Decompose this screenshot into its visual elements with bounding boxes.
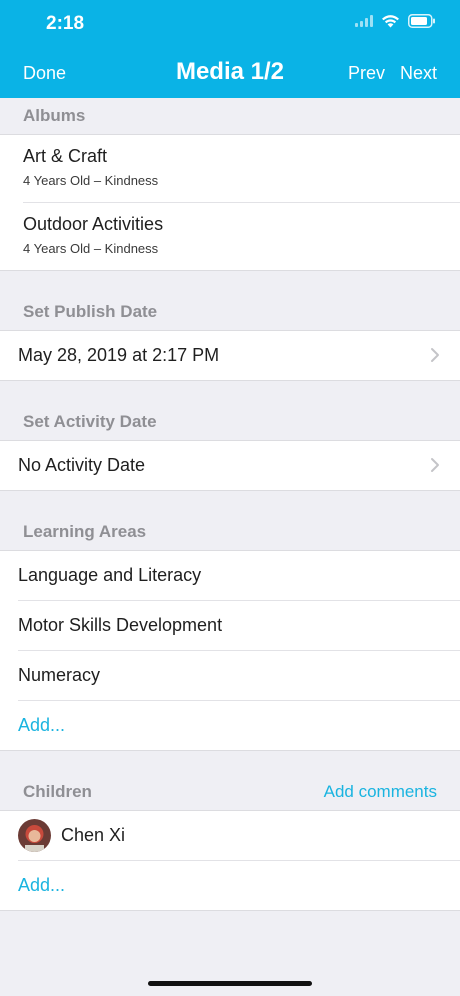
- children-section-header: Children Add comments: [0, 774, 460, 811]
- children-list: Chen Xi Add...: [0, 811, 460, 910]
- status-icons: [355, 14, 436, 28]
- section-spacer: [0, 490, 460, 514]
- albums-list: Art & Craft 4 Years Old – Kindness Outdo…: [0, 135, 460, 270]
- chevron-right-icon: [431, 458, 439, 472]
- activity-date-row[interactable]: No Activity Date: [0, 441, 460, 490]
- album-title: Outdoor Activities: [23, 214, 164, 234]
- add-child-button[interactable]: Add...: [0, 861, 460, 910]
- album-subtitle: 4 Years Old – Kindness: [23, 241, 159, 256]
- publish-date-value: May 28, 2019 at 2:17 PM: [18, 345, 220, 365]
- learning-area-item[interactable]: Numeracy: [0, 651, 460, 700]
- activity-date-header: Set Activity Date: [23, 412, 157, 431]
- album-title: Art & Craft: [23, 146, 108, 166]
- album-subtitle: 4 Years Old – Kindness: [23, 173, 159, 188]
- children-header: Children: [23, 782, 92, 801]
- publish-date-row[interactable]: May 28, 2019 at 2:17 PM: [0, 331, 460, 380]
- home-indicator[interactable]: [148, 981, 312, 986]
- learning-area-label: Language and Literacy: [18, 565, 202, 585]
- section-spacer: [0, 380, 460, 404]
- publish-date-header: Set Publish Date: [23, 302, 158, 321]
- section-spacer: [0, 270, 460, 294]
- section-spacer: [0, 910, 460, 934]
- add-learning-area-label: Add...: [18, 715, 66, 735]
- learning-area-label: Numeracy: [18, 665, 101, 685]
- album-item-outdoor-activities[interactable]: Outdoor Activities 4 Years Old – Kindnes…: [0, 203, 460, 270]
- learning-area-item[interactable]: Motor Skills Development: [0, 601, 460, 650]
- add-learning-area-button[interactable]: Add...: [0, 701, 460, 750]
- child-item[interactable]: Chen Xi: [0, 811, 460, 860]
- learning-areas-header: Learning Areas: [23, 522, 147, 541]
- album-item-art-craft[interactable]: Art & Craft 4 Years Old – Kindness: [0, 135, 460, 202]
- add-child-label: Add...: [18, 875, 66, 895]
- signal-icon: [355, 15, 373, 27]
- albums-section-header: Albums: [0, 98, 460, 135]
- next-button[interactable]: Next: [400, 63, 437, 84]
- publish-date-group: May 28, 2019 at 2:17 PM: [0, 331, 460, 380]
- section-spacer: [0, 750, 460, 774]
- add-comments-button[interactable]: Add comments: [324, 782, 437, 802]
- learning-areas-section-header: Learning Areas: [0, 514, 460, 551]
- chevron-right-icon: [431, 348, 439, 362]
- battery-icon: [408, 14, 435, 28]
- activity-date-group: No Activity Date: [0, 441, 460, 490]
- activity-date-section-header: Set Activity Date: [0, 404, 460, 441]
- albums-header: Albums: [23, 106, 86, 125]
- learning-area-label: Motor Skills Development: [18, 615, 223, 635]
- page-title: Media 1/2: [175, 58, 285, 85]
- wifi-icon: [382, 15, 399, 28]
- child-name: Chen Xi: [61, 825, 126, 845]
- publish-date-section-header: Set Publish Date: [0, 294, 460, 331]
- learning-area-item[interactable]: Language and Literacy: [0, 551, 460, 600]
- status-time: 2:18: [46, 13, 85, 34]
- learning-areas-list: Language and Literacy Motor Skills Devel…: [0, 551, 460, 750]
- header-bar: 2:18 Done Media 1/2 Prev Next: [0, 0, 460, 98]
- prev-button[interactable]: Prev: [348, 63, 385, 84]
- avatar: [18, 819, 51, 852]
- activity-date-value: No Activity Date: [18, 455, 146, 475]
